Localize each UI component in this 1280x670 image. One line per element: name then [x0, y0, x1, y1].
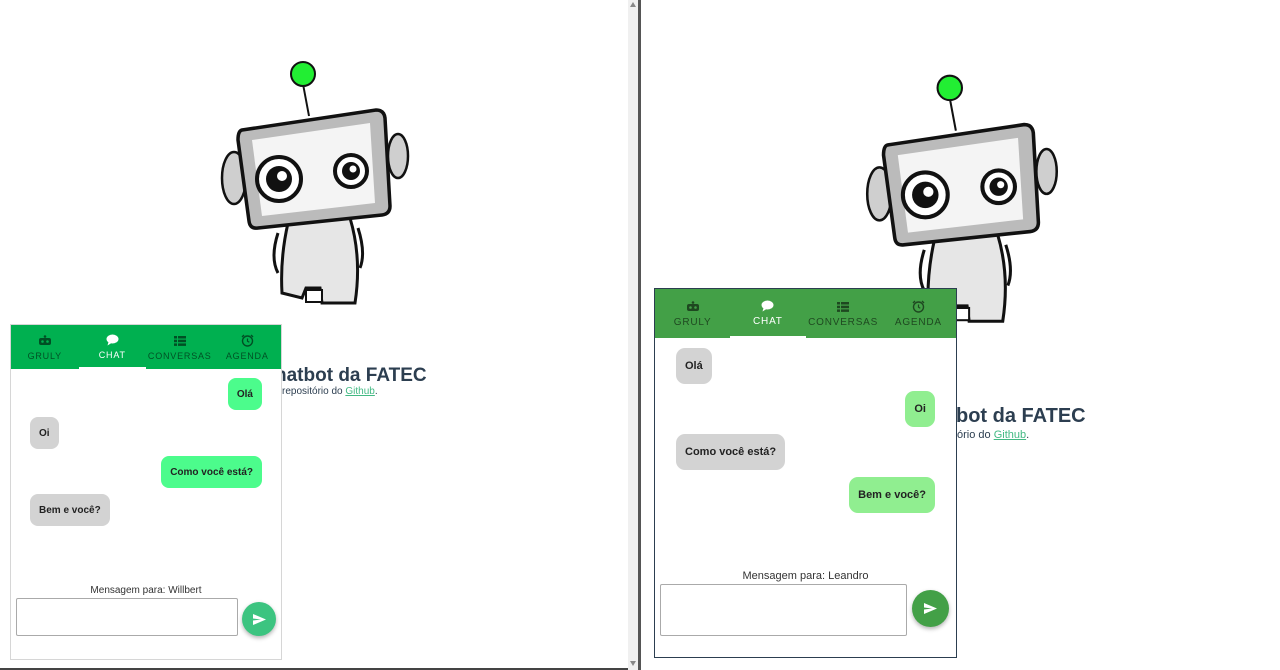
message-list: Olá Oi Como você está? Bem e você? [11, 369, 281, 584]
chat-tab-bar: GRULY CHAT CONVERSAS AGENDA [11, 325, 281, 369]
tab-gruly[interactable]: GRULY [655, 289, 730, 338]
tab-label: AGENDA [225, 350, 269, 361]
tab-label: CONVERSAS [147, 350, 212, 361]
alarm-clock-icon [241, 334, 254, 348]
left-pane-scrollbar[interactable] [628, 0, 638, 670]
page-subtext: ório do Github. [957, 429, 1029, 441]
message-bubble-received: Oi [30, 417, 59, 449]
message-bubble-sent: Como você está? [161, 456, 262, 488]
message-bubble-received: Olá [676, 348, 712, 384]
chat-tab-bar: GRULY CHAT CONVERSAS AGENDA [655, 289, 956, 338]
message-input[interactable] [16, 598, 238, 636]
page-subtext: repositório do Github. [282, 386, 378, 397]
robot-mascot-image [220, 61, 410, 305]
message-input[interactable] [660, 584, 907, 636]
send-icon [252, 613, 266, 625]
tab-chat[interactable]: CHAT [78, 325, 146, 369]
subtext-prefix: ório do [957, 429, 994, 441]
message-list: Olá Oi Como você está? Bem e você? [655, 338, 956, 563]
tab-agenda[interactable]: AGENDA [214, 325, 282, 369]
list-icon [837, 300, 850, 314]
send-button[interactable] [242, 602, 276, 636]
left-browser-pane: hatbot da FATEC repositório do Github. G… [0, 0, 628, 670]
split-screen: hatbot da FATEC repositório do Github. G… [0, 0, 1280, 670]
tab-label: CHAT [98, 349, 126, 360]
robot-icon [38, 334, 52, 348]
message-bubble-received: Como você está? [676, 434, 786, 470]
message-recipient-label: Mensagem para: Willbert [90, 585, 202, 596]
subtext-suffix: . [374, 386, 378, 397]
tab-label: CONVERSAS [808, 316, 879, 328]
tab-gruly[interactable]: GRULY [11, 325, 79, 369]
message-bubble-received: Bem e você? [30, 494, 110, 526]
comment-icon [761, 299, 774, 313]
scroll-down-arrow-icon[interactable] [630, 661, 636, 666]
comment-icon [106, 333, 119, 347]
alarm-clock-icon [912, 300, 925, 314]
robot-icon [686, 300, 700, 314]
right-browser-pane: bot da FATEC ório do Github. GRULY CHAT … [641, 0, 1280, 670]
tab-chat[interactable]: CHAT [730, 289, 806, 338]
tab-conversas[interactable]: CONVERSAS [806, 289, 881, 338]
scroll-up-arrow-icon[interactable] [630, 2, 636, 7]
chat-widget: GRULY CHAT CONVERSAS AGENDA Olá Oi Como … [10, 324, 282, 660]
message-bubble-sent: Oi [905, 391, 935, 427]
tab-agenda[interactable]: AGENDA [881, 289, 956, 338]
subtext-prefix: repositório do [282, 386, 346, 397]
page-heading: bot da FATEC [956, 405, 1086, 427]
message-recipient-label: Mensagem para: Leandro [742, 570, 869, 582]
page-heading: hatbot da FATEC [275, 365, 427, 386]
tab-label: GRULY [673, 316, 712, 328]
message-bubble-sent: Bem e você? [849, 477, 935, 513]
tab-label: GRULY [27, 350, 62, 361]
chat-widget: GRULY CHAT CONVERSAS AGENDA Olá Oi Como … [654, 288, 957, 658]
github-link[interactable]: Github [345, 386, 374, 397]
tab-label: CHAT [753, 315, 783, 327]
list-icon [173, 334, 186, 348]
send-button[interactable] [912, 590, 949, 627]
send-icon [924, 603, 937, 614]
tab-label: AGENDA [894, 316, 942, 328]
subtext-suffix: . [1026, 429, 1030, 441]
tab-conversas[interactable]: CONVERSAS [146, 325, 214, 369]
github-link[interactable]: Github [994, 429, 1026, 441]
message-bubble-sent: Olá [227, 378, 262, 410]
